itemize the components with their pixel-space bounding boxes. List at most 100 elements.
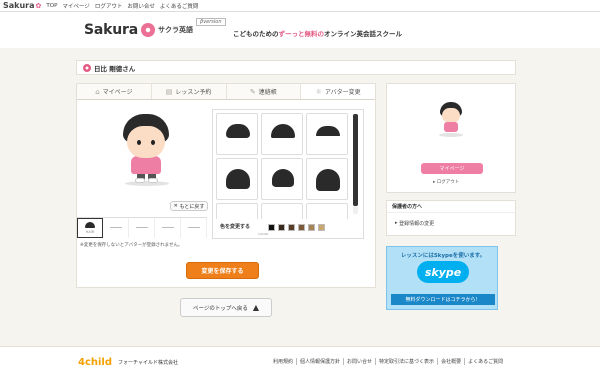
tagline-pre: こどものための <box>233 30 279 38</box>
back-to-top-button[interactable]: ページのトップへ戻る ▲ <box>180 298 272 317</box>
tab-label: 連絡帳 <box>258 89 277 96</box>
flower-icon: ✿ <box>35 1 42 10</box>
footer-logo-text: 4child <box>78 357 113 368</box>
part-hair[interactable]: HAIR <box>77 218 103 238</box>
color-swatch[interactable] <box>268 224 275 231</box>
skype-banner-title: レッスンにはSkypeを使います。 <box>400 253 486 259</box>
topbar-logo[interactable]: Sakura ✿ <box>3 1 41 10</box>
footer-link-contact[interactable]: お問い合せ <box>344 358 377 365</box>
guardian-settings-link[interactable]: ▸ 登録情報の変更 <box>387 213 515 233</box>
color-row: 色を変更する COLOR <box>212 219 364 239</box>
tagline-post: オンライン英会話スクール <box>324 30 402 38</box>
hair-icon <box>271 124 295 138</box>
avatar-editor-panel: ⌂ マイページ ▤ レッスン予約 ✎ 連絡帳 ☼ アバター変更 ✕ もとに戻す HAIR… <box>76 83 376 288</box>
tagline-highlight: ずーっと無料の <box>278 30 325 38</box>
hair-option[interactable] <box>216 113 258 155</box>
scroll-thumb[interactable] <box>353 114 358 206</box>
tab-lesson-booking[interactable]: ▤ レッスン予約 <box>152 84 227 99</box>
footer-link-faq[interactable]: よくあるご質問 <box>465 358 506 365</box>
book-icon: ▤ <box>165 87 173 96</box>
tab-contact-book[interactable]: ✎ 連絡帳 <box>227 84 302 99</box>
hair-scrollbar[interactable] <box>353 114 358 214</box>
avatar-eye <box>137 140 141 145</box>
color-sub: COLOR <box>258 232 269 236</box>
color-swatch[interactable] <box>278 224 285 231</box>
guardian-link-label: 登録情報の変更 <box>399 220 435 227</box>
mouth-icon <box>161 226 174 228</box>
footer-logo[interactable]: 4child フォーチャイルド株式会社 <box>78 357 178 368</box>
color-swatch[interactable] <box>288 224 295 231</box>
tab-label: マイページ <box>102 89 133 96</box>
color-swatch[interactable] <box>308 224 315 231</box>
sakura-flower-icon <box>140 23 155 37</box>
close-icon: ✕ <box>173 203 178 209</box>
brand-subtitle: サクラ英語 <box>157 26 193 34</box>
tab-mypage[interactable]: ⌂ マイページ <box>77 84 152 99</box>
hair-options-panel <box>212 109 364 234</box>
reset-button[interactable]: ✕ もとに戻す <box>170 201 208 211</box>
company-name: フォーチャイルド株式会社 <box>118 360 178 366</box>
hair-icon <box>226 124 250 138</box>
guardian-title: 保護者の方へ <box>387 201 515 213</box>
footer-link-terms[interactable]: 利用規約 <box>270 358 298 365</box>
skype-download-link[interactable]: 無料ダウンロードはコチラから！ <box>391 294 495 305</box>
topbar-link-logout[interactable]: ログアウト <box>95 2 123 10</box>
part-eyes[interactable] <box>129 218 155 238</box>
save-note: ※変更を保存しないとアバターが登録されません。 <box>80 243 183 248</box>
hair-icon <box>272 169 294 187</box>
logout-label: ログアウト <box>436 180 460 185</box>
hair-option[interactable] <box>306 113 348 155</box>
user-bar: 日比 剛德さん <box>76 60 516 75</box>
color-swatches <box>268 224 325 231</box>
tagline: こどものためのずーっと無料のオンライン英会話スクール <box>233 28 402 38</box>
hair-option[interactable] <box>216 158 258 200</box>
arrow-up-icon: ▲ <box>252 303 260 312</box>
hair-option[interactable] <box>261 113 303 155</box>
part-selector: HAIR <box>77 217 207 238</box>
hair-icon <box>226 169 250 189</box>
topbar-link-top[interactable]: TOP <box>46 3 57 9</box>
hair-icon <box>85 222 95 228</box>
footer-link-privacy[interactable]: 個人情報保護方針 <box>297 358 345 365</box>
part-clothes[interactable] <box>181 218 207 238</box>
top-bar: Sakura ✿ TOP マイページ ログアウト お問い合せ よくあるご質問 <box>0 0 600 12</box>
brand-word: Sakura <box>84 22 138 38</box>
sidebar-profile: マイページ ▸ ログアウト <box>386 83 516 193</box>
save-button[interactable]: 変更を保存する <box>186 262 259 279</box>
footer-links: 利用規約 個人情報保護方針 お問い合せ 特定取引法に基づく表示 会社概要 よくあ… <box>270 358 506 365</box>
flower-icon <box>83 63 91 72</box>
tab-avatar-change[interactable]: ☼ アバター変更 <box>301 84 375 99</box>
user-name: 日比 剛德さん <box>94 64 136 73</box>
part-label: HAIR <box>85 230 95 234</box>
avatar-shoe <box>135 178 145 183</box>
tab-label: アバター変更 <box>324 89 361 96</box>
logout-link[interactable]: ▸ ログアウト <box>433 179 459 185</box>
hair-grid <box>216 113 348 233</box>
topbar-link-mypage[interactable]: マイページ <box>62 2 89 10</box>
color-swatch[interactable] <box>318 224 325 231</box>
tab-label: レッスン予約 <box>175 89 212 96</box>
part-eyebrows[interactable] <box>103 218 129 238</box>
skype-banner[interactable]: レッスンにはSkypeを使います。 skype 無料ダウンロードはコチラから！ <box>386 246 498 310</box>
eye-icon <box>135 226 148 228</box>
color-swatch[interactable] <box>298 224 305 231</box>
hair-option[interactable] <box>261 158 303 200</box>
guardian-box: 保護者の方へ ▸ 登録情報の変更 <box>386 200 516 236</box>
hair-option[interactable] <box>306 158 348 200</box>
topbar-link-contact[interactable]: お問い合せ <box>127 2 155 10</box>
eyebrow-icon <box>109 226 122 228</box>
site-header: Sakura サクラ英語 βversion こどものためのずーっと無料のオンライ… <box>0 12 600 48</box>
mypage-button[interactable]: マイページ <box>421 163 483 174</box>
brand-logo[interactable]: Sakura サクラ英語 <box>84 22 193 38</box>
topbar-link-faq[interactable]: よくあるご質問 <box>160 2 199 10</box>
mini-avatar-body <box>444 122 458 132</box>
footer-link-company[interactable]: 会社概要 <box>438 358 466 365</box>
mini-avatar-shadow <box>439 133 463 137</box>
avatar-body <box>131 156 161 174</box>
color-label: 色を変更する <box>220 224 251 230</box>
avatar-preview <box>117 114 175 186</box>
reset-label: もとに戻す <box>179 203 205 210</box>
footer-link-legal[interactable]: 特定取引法に基づく表示 <box>376 358 439 365</box>
hair-icon <box>316 126 340 136</box>
part-mouth[interactable] <box>155 218 181 238</box>
